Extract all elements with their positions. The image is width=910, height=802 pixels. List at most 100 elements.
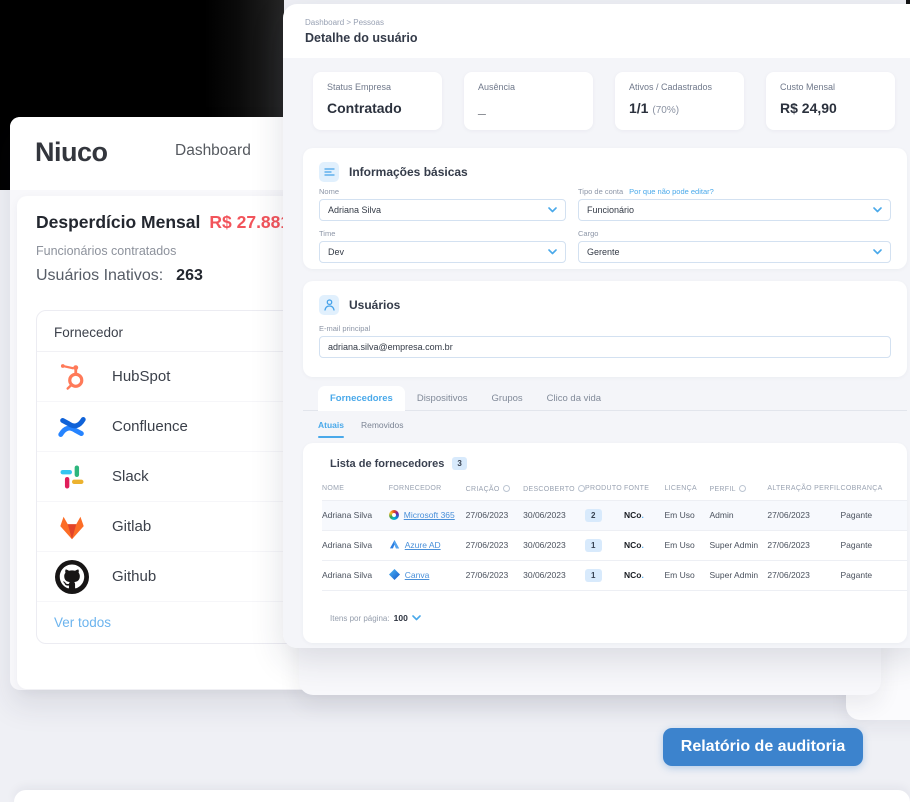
slack-icon: [54, 459, 90, 495]
person-icon: [319, 295, 339, 315]
vendor-table: NOME FORNECEDOR CRIAÇÃO DESCOBERTO PRODU…: [322, 478, 907, 591]
col-header: DESCOBERTO: [523, 478, 585, 500]
info-icon[interactable]: [502, 484, 510, 492]
basic-info-section: Informações básicas Nome Adriana Silva T…: [303, 148, 907, 269]
email-field-wrap: E-mail principal adriana.silva@empresa.c…: [319, 324, 891, 358]
page-title: Detalhe do usuário: [305, 31, 418, 45]
col-header: CRIAÇÃO: [466, 478, 523, 500]
section-title: Usuários: [349, 298, 401, 312]
vendor-link[interactable]: Azure AD: [405, 540, 441, 550]
canva-icon: [388, 568, 400, 582]
cell-nome: Adriana Silva: [322, 499, 389, 530]
cell-fonte: NCo.: [623, 559, 665, 591]
users-section: Usuários E-mail principal adriana.silva@…: [303, 281, 907, 377]
stat-label: Custo Mensal: [780, 82, 836, 92]
monthly-waste-row: Desperdício Mensal R$ 27.881,0: [36, 212, 305, 233]
email-field[interactable]: adriana.silva@empresa.com.br: [319, 336, 891, 358]
chevron-down-icon: [548, 207, 557, 213]
why-cant-edit-link[interactable]: Por que não pode editar?: [629, 187, 714, 196]
field-nome: Nome Adriana Silva: [319, 187, 566, 221]
cell-produto: 2: [585, 499, 624, 530]
time-select[interactable]: Dev: [319, 241, 566, 263]
col-header: NOME: [322, 485, 345, 493]
cell-alteracao-perfil: 27/06/2023: [767, 529, 841, 560]
cell-fornecedor: Azure AD: [388, 529, 466, 560]
cargo-select[interactable]: Gerente: [578, 241, 891, 263]
cell-perfil: Super Admin: [709, 559, 768, 591]
cell-licenca: Em Uso: [664, 559, 710, 591]
cell-licenca: Em Uso: [664, 499, 710, 530]
cell-fonte: NCo.: [623, 499, 665, 530]
vendor-table-card: Lista de fornecedores 3 NOME FORNECEDOR …: [303, 443, 907, 643]
col-header: LICENÇA: [664, 485, 697, 493]
field-time: Time Dev: [319, 229, 566, 263]
vendor-name: Confluence: [112, 418, 188, 435]
cell-nome: Adriana Silva: [322, 529, 389, 560]
tab-dispositivos[interactable]: Dispositivos: [405, 386, 480, 411]
table-row: Adriana Silva Azure AD 27/06/2023 30/06/…: [322, 529, 907, 560]
cell-criacao: 27/06/2023: [465, 499, 524, 530]
subtabs-row: Atuais Removidos: [318, 420, 404, 438]
nav-item-dashboard[interactable]: Dashboard: [175, 142, 251, 160]
stat-card-ativos-cadastrados: Ativos / Cadastrados 1/1 (70%): [615, 72, 744, 130]
col-header: PERFIL: [709, 478, 767, 500]
col-header: PRODUTO: [585, 485, 623, 493]
cell-perfil: Admin: [709, 499, 768, 530]
field-label: Cargo: [578, 229, 599, 238]
cell-cobranca: Pagante: [840, 529, 907, 560]
cell-criacao: 27/06/2023: [465, 529, 524, 560]
stat-label: Ausência: [478, 82, 516, 92]
tab-fornecedores[interactable]: Fornecedores: [318, 386, 405, 411]
microsoft-365-icon: [388, 510, 399, 520]
cell-alteracao-perfil: 27/06/2023: [767, 559, 841, 591]
table-title: Lista de fornecedores: [330, 457, 445, 470]
vendor-link[interactable]: Canva: [405, 570, 430, 580]
cell-nome: Adriana Silva: [322, 559, 389, 591]
audit-report-button[interactable]: Relatório de auditoria: [663, 728, 863, 766]
niuco-logo: Niuco: [35, 137, 108, 167]
count-badge: 3: [452, 457, 467, 470]
tipo-de-conta-select[interactable]: Funcionário: [578, 199, 891, 221]
field-label: E-mail principal: [319, 324, 371, 333]
field-label: Nome: [319, 187, 340, 196]
user-detail-panel: Dashboard > Pessoas Detalhe do usuário S…: [283, 4, 910, 648]
cell-licenca: Em Uso: [664, 529, 710, 560]
info-icon[interactable]: [738, 484, 746, 492]
cell-fornecedor: Canva: [388, 559, 466, 591]
employees-caption: Funcionários contratados: [36, 244, 177, 258]
stat-card-ausencia: Ausência _: [464, 72, 593, 130]
items-per-page-value[interactable]: 100: [394, 613, 408, 623]
cell-perfil: Super Admin: [709, 529, 768, 560]
stat-suffix: (70%): [652, 105, 680, 116]
stat-value: 1/1 (70%): [629, 100, 680, 116]
subtab-removidos[interactable]: Removidos: [361, 420, 404, 438]
stat-card-custo-mensal: Custo Mensal R$ 24,90: [766, 72, 895, 130]
field-label: Time: [319, 229, 336, 238]
vendor-link[interactable]: Microsoft 365: [404, 510, 455, 520]
table-row: Adriana Silva Canva 27/06/2023 30/06/202…: [322, 559, 907, 591]
table-row: Adriana Silva Microsoft 365 27/06/2023 3…: [322, 499, 907, 530]
tab-grupos[interactable]: Grupos: [480, 386, 535, 411]
col-header: ALTERAÇÃO PERFIL: [767, 485, 841, 493]
cell-fornecedor: Microsoft 365: [388, 499, 466, 530]
inactive-users-value: 263: [176, 267, 203, 284]
col-header: FORNECEDOR: [388, 485, 442, 493]
subtab-atuais[interactable]: Atuais: [318, 420, 344, 438]
cell-descoberto: 30/06/2023: [523, 559, 586, 591]
col-header: COBRANÇA: [840, 485, 883, 493]
vendor-name: Gitlab: [112, 518, 152, 535]
screen: Niuco Dashboard Desperdício Mensal R$ 27…: [0, 0, 910, 802]
chevron-down-icon: [548, 249, 557, 255]
info-icon[interactable]: [577, 484, 585, 492]
nome-select[interactable]: Adriana Silva: [319, 199, 566, 221]
vendor-name: Github: [112, 568, 157, 585]
tab-clico-da-vida[interactable]: Clico da vida: [535, 386, 613, 411]
azure-ad-icon: [389, 539, 400, 552]
monthly-waste-label: Desperdício Mensal: [36, 212, 201, 232]
breadcrumb[interactable]: Dashboard > Pessoas: [305, 18, 384, 27]
chevron-down-icon[interactable]: [411, 615, 421, 621]
inactive-users-row: Usuários Inativos: 263: [36, 267, 203, 285]
confluence-icon: [54, 409, 90, 445]
field-label: Tipo de conta: [578, 187, 624, 196]
cell-cobranca: Pagante: [840, 559, 907, 591]
